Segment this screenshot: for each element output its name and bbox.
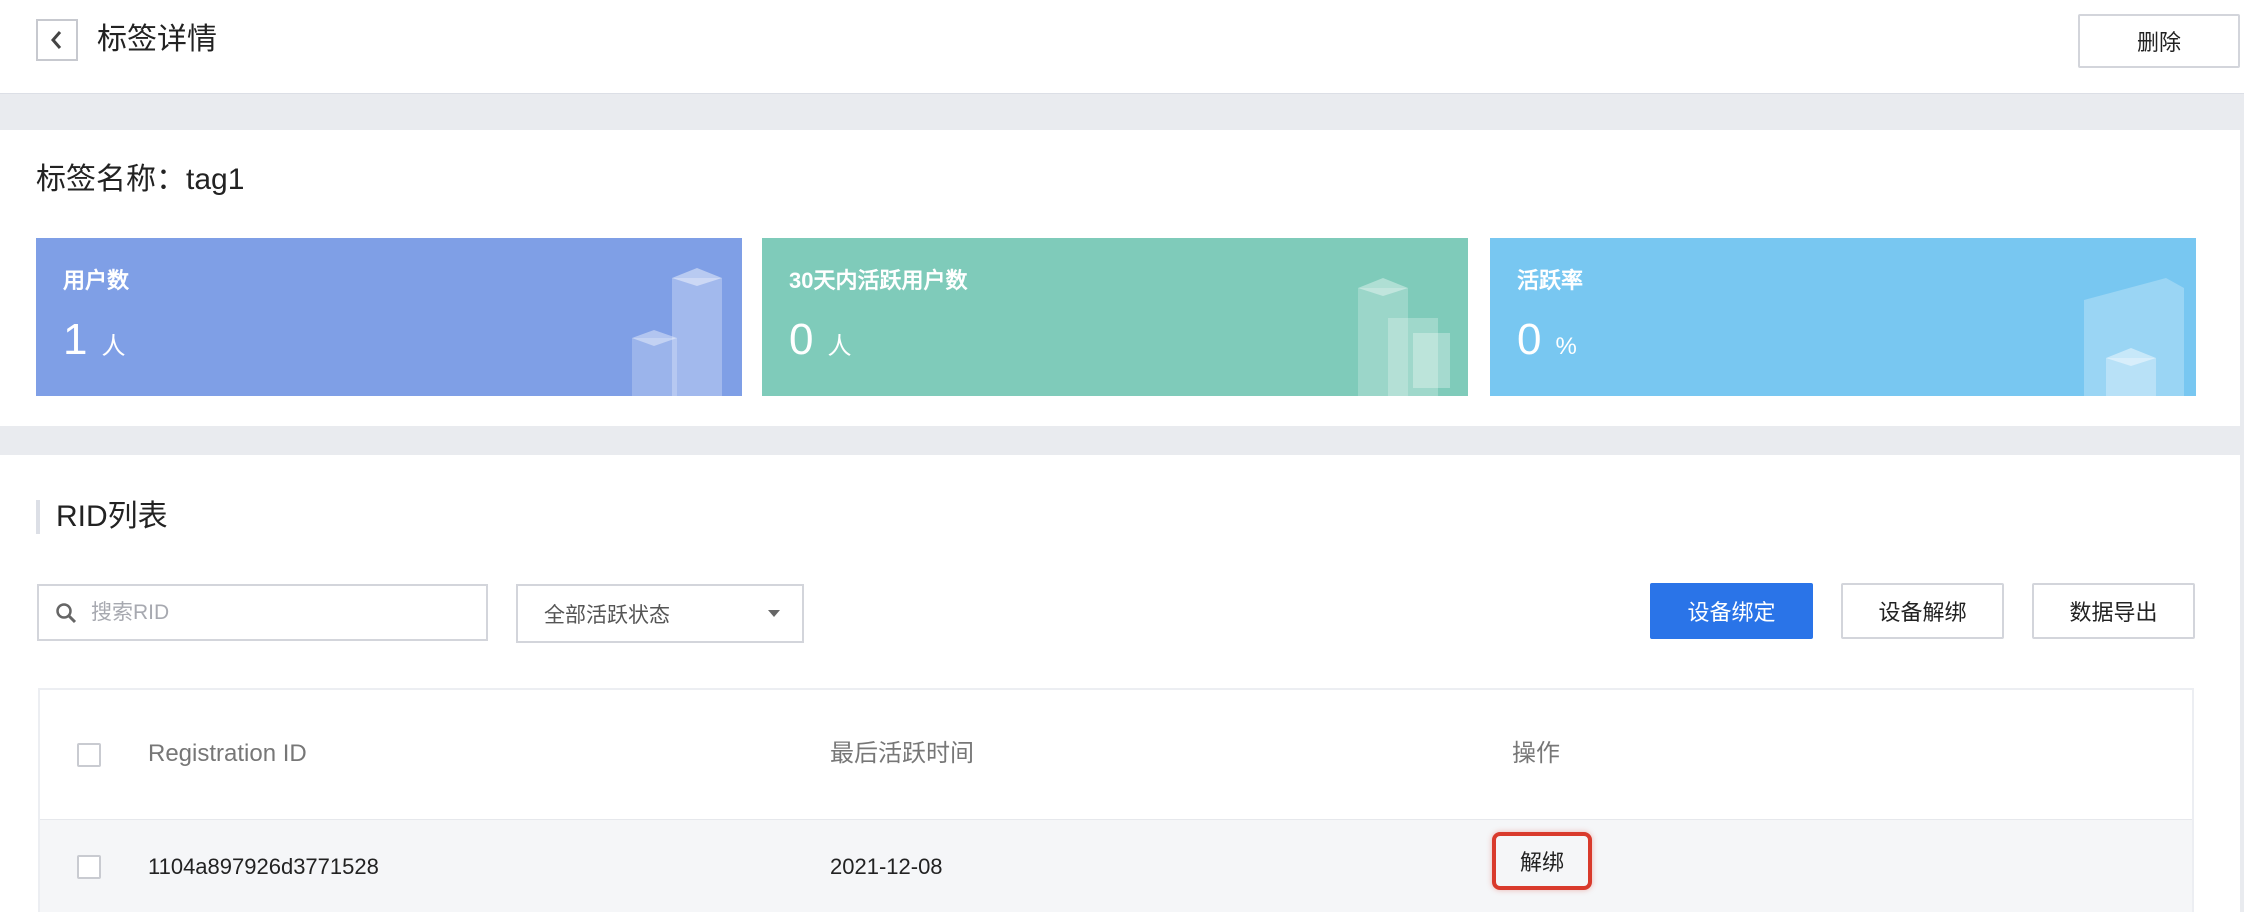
tag-info-panel: 标签名称：tag1 用户数 1 人 30天内活跃用户数 0 人 活跃率 0 % <box>0 130 2240 426</box>
cubes-icon <box>2084 278 2184 396</box>
stat-label: 用户数 <box>63 268 130 293</box>
column-header-registration-id: Registration ID <box>148 740 307 767</box>
stat-unit: 人 <box>827 333 852 360</box>
bind-device-button[interactable]: 设备绑定 <box>1650 583 1813 639</box>
stat-value: 1 <box>63 315 88 364</box>
row-checkbox[interactable] <box>77 855 101 879</box>
caret-down-icon <box>768 610 780 617</box>
registration-id-cell: 1104a897926d3771528 <box>148 854 379 879</box>
stat-label: 活跃率 <box>1517 268 1584 293</box>
status-filter-select[interactable]: 全部活跃状态 <box>516 584 804 643</box>
rid-list-panel: RID列表 全部活跃状态 设备绑定 设备解绑 数据导出 Registration… <box>0 455 2240 912</box>
section-title: RID列表 <box>36 500 168 534</box>
stat-card-active-rate: 活跃率 0 % <box>1490 238 2196 396</box>
delete-button[interactable]: 删除 <box>2078 14 2240 68</box>
search-box[interactable] <box>37 584 488 641</box>
cubes-icon <box>632 268 722 396</box>
unbind-row-button[interactable]: 解绑 <box>1492 832 1592 890</box>
select-all-checkbox[interactable] <box>77 743 101 767</box>
page-title: 标签详情 <box>97 23 217 56</box>
tag-name-row: 标签名称：tag1 <box>36 160 244 200</box>
rid-table: Registration ID 最后活跃时间 操作 1104a897926d37… <box>38 688 2194 912</box>
column-header-last-active: 最后活跃时间 <box>830 740 974 767</box>
tag-name-label: 标签名称： <box>36 163 186 196</box>
back-button[interactable] <box>36 19 78 61</box>
chevron-left-icon <box>51 31 62 49</box>
table-header: Registration ID 最后活跃时间 操作 <box>40 690 2192 820</box>
stat-value: 0 <box>789 315 814 364</box>
stat-card-active-users: 30天内活跃用户数 0 人 <box>762 238 1468 396</box>
tag-name-value: tag1 <box>186 163 245 196</box>
stat-label: 30天内活跃用户数 <box>789 268 968 293</box>
unbind-device-button[interactable]: 设备解绑 <box>1841 583 2004 639</box>
page-header: 标签详情 删除 <box>0 0 2244 94</box>
column-header-action: 操作 <box>1512 740 1560 767</box>
export-data-button[interactable]: 数据导出 <box>2032 583 2195 639</box>
last-active-cell: 2021-12-08 <box>830 854 943 879</box>
table-row: 1104a897926d3771528 2021-12-08 解绑 <box>40 820 2192 912</box>
cubes-icon <box>1358 278 1450 396</box>
search-input[interactable] <box>91 600 451 625</box>
status-filter-value: 全部活跃状态 <box>544 603 670 627</box>
search-icon <box>56 602 77 623</box>
stat-unit: % <box>1555 333 1577 360</box>
stat-card-users: 用户数 1 人 <box>36 238 742 396</box>
stat-unit: 人 <box>101 333 126 360</box>
stat-value: 0 <box>1517 315 1542 364</box>
